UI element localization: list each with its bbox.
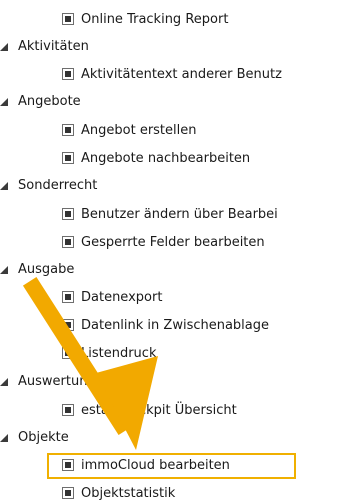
tree-group-label: Aktivitäten (18, 39, 89, 54)
expand-triangle-icon[interactable] (0, 182, 8, 190)
tree-item-label: Datenexport (81, 290, 163, 305)
checkbox-icon[interactable] (62, 236, 74, 248)
checkbox-icon[interactable] (62, 124, 74, 136)
tree-item-label: Angebote nachbearbeiten (81, 151, 251, 166)
tree-item-label: Objektstatistik (81, 486, 176, 501)
checkbox-icon[interactable] (62, 319, 74, 331)
expand-triangle-icon[interactable] (0, 266, 8, 274)
checkbox-icon[interactable] (62, 459, 74, 471)
tree-item-label: Angebot erstellen (81, 123, 197, 138)
expand-triangle-icon[interactable] (0, 434, 8, 442)
tree-item-label: Online Tracking Report (81, 12, 229, 27)
tree-group-label: Ausgabe (18, 262, 75, 277)
expand-triangle-icon[interactable] (0, 378, 8, 386)
tree-item-label: Aktivitätentext anderer Benutz (81, 67, 282, 82)
tree-item-label: Benutzer ändern über Bearbei (81, 207, 278, 222)
tree-group-label: Auswertung (18, 374, 96, 389)
checkbox-icon[interactable] (62, 68, 74, 80)
tree-group-label: Sonderrecht (18, 178, 98, 193)
checkbox-icon[interactable] (62, 347, 74, 359)
checkbox-icon[interactable] (62, 208, 74, 220)
tree-item-label: Listendruck (81, 346, 157, 361)
expand-triangle-icon[interactable] (0, 43, 8, 51)
expand-triangle-icon[interactable] (0, 98, 8, 106)
tree-item-label: Gesperrte Felder bearbeiten (81, 235, 265, 250)
permissions-tree: Online Tracking Report Aktivitäten Aktiv… (0, 0, 362, 504)
checkbox-icon[interactable] (62, 13, 74, 25)
tree-item-label: Datenlink in Zwischenablage (81, 318, 270, 333)
tree-item-label: estateCockpit Übersicht (81, 403, 237, 418)
tree-item-label: immoCloud bearbeiten (81, 458, 230, 473)
tree-group-label: Angebote (18, 94, 81, 109)
tree-group-label: Objekte (18, 430, 69, 445)
checkbox-icon[interactable] (62, 487, 74, 499)
checkbox-icon[interactable] (62, 291, 74, 303)
checkbox-icon[interactable] (62, 404, 74, 416)
checkbox-icon[interactable] (62, 152, 74, 164)
